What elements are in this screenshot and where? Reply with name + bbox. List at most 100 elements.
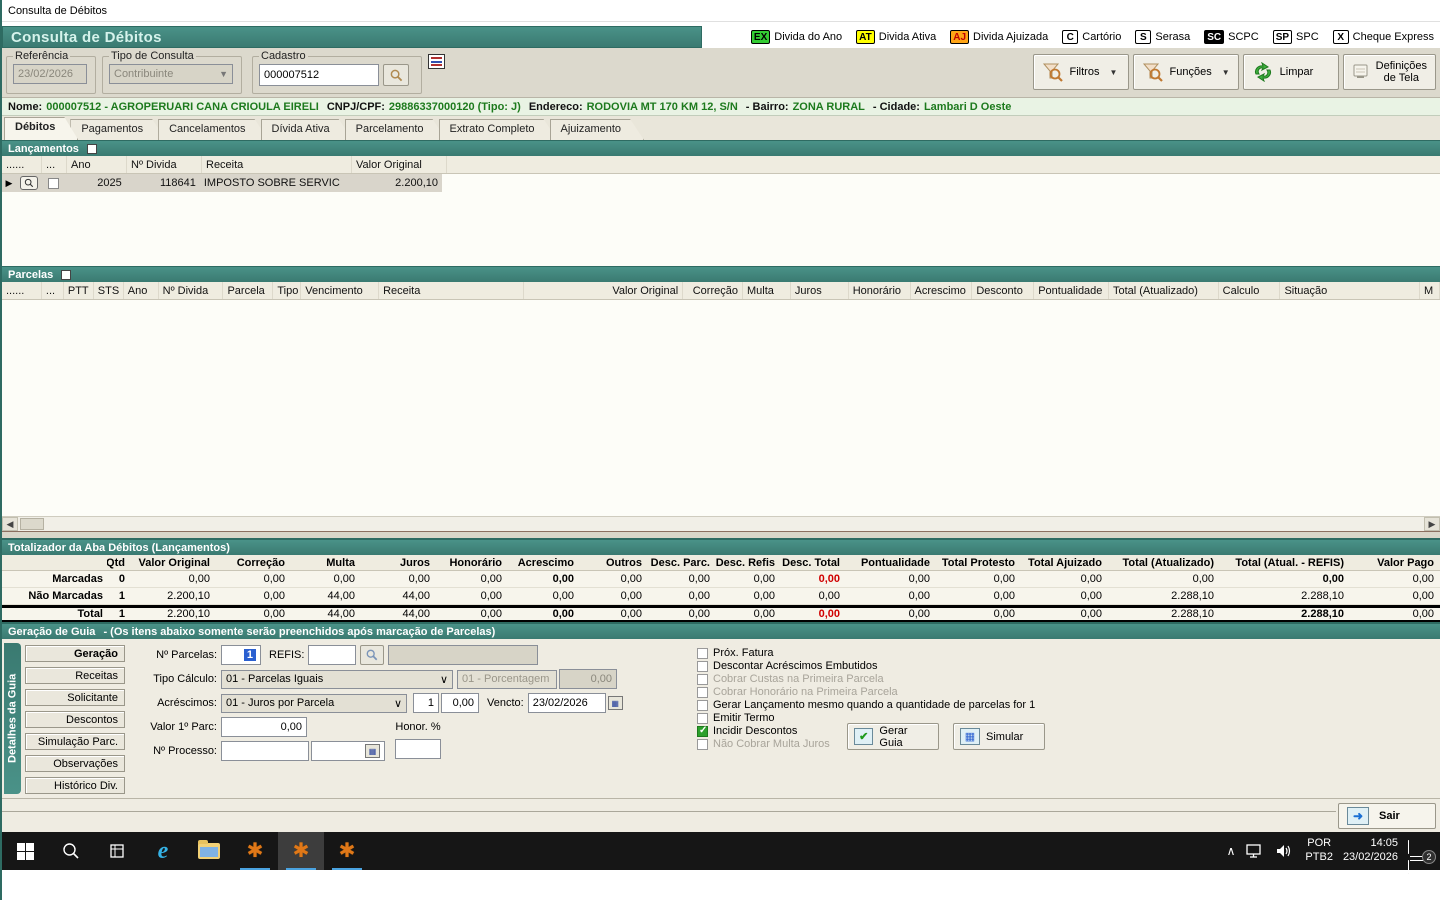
checkbox-icon[interactable]: [697, 661, 708, 672]
guia-option[interactable]: Gerar Lançamento mesmo quando a quantida…: [697, 699, 1257, 712]
guia-nav-button[interactable]: Solicitante: [25, 689, 125, 706]
parcelas-col-header[interactable]: ......: [2, 282, 42, 299]
list-icon[interactable]: [428, 54, 445, 69]
checkbox-icon[interactable]: [697, 713, 708, 724]
network-icon[interactable]: [1245, 843, 1265, 859]
lancamentos-col-header[interactable]: Receita: [202, 156, 352, 173]
referencia-field[interactable]: [13, 64, 87, 84]
scrollbar-thumb[interactable]: [20, 518, 44, 530]
guia-nav-button[interactable]: Observações: [25, 755, 125, 772]
parcelas-col-header[interactable]: Situação: [1280, 282, 1420, 299]
cadastro-field[interactable]: [259, 64, 379, 86]
parcelas-col-header[interactable]: Parcela: [223, 282, 273, 299]
parcelas-col-header[interactable]: PTT: [64, 282, 94, 299]
acrescimos-qty-field[interactable]: 1: [413, 693, 439, 713]
parcelas-col-header[interactable]: Ano: [124, 282, 159, 299]
calculator-icon[interactable]: ▦: [365, 744, 380, 758]
limpar-button[interactable]: Limpar: [1243, 54, 1339, 90]
valor1-field[interactable]: 0,00: [221, 717, 307, 737]
tab[interactable]: Dívida Ativa: [261, 119, 353, 140]
parcelas-col-header[interactable]: Juros: [791, 282, 849, 299]
select-all-checkbox[interactable]: [61, 270, 71, 280]
scroll-right-icon[interactable]: ▶: [1424, 517, 1440, 531]
guia-nav-button[interactable]: Descontos: [25, 711, 125, 728]
speaker-icon[interactable]: [1275, 843, 1295, 859]
parcelas-col-header[interactable]: Tipo: [273, 282, 301, 299]
calendar-icon[interactable]: ▦: [608, 696, 623, 710]
processo-aux-field[interactable]: ▦: [311, 741, 385, 761]
parcelas-col-header[interactable]: Nº Divida: [159, 282, 224, 299]
app-button-1[interactable]: ✱: [232, 832, 278, 870]
taskbar-search-button[interactable]: [48, 832, 94, 870]
checkbox-icon[interactable]: [697, 726, 708, 737]
scroll-left-icon[interactable]: ◀: [2, 517, 18, 531]
tab[interactable]: Extrato Completo: [439, 119, 558, 140]
guia-option[interactable]: Cobrar Honorário na Primeira Parcela: [697, 686, 1257, 699]
parcelas-col-header[interactable]: Calculo: [1219, 282, 1281, 299]
checkbox-icon[interactable]: [697, 700, 708, 711]
lancamentos-col-header[interactable]: Valor Original: [352, 156, 447, 173]
language-indicator[interactable]: POR PTB2: [1305, 837, 1333, 865]
gerar-guia-button[interactable]: ✔ Gerar Guia: [847, 723, 939, 750]
lancamentos-col-header[interactable]: ......: [2, 156, 42, 173]
action-center-button[interactable]: 2: [1408, 841, 1432, 861]
lancamentos-row[interactable]: ▶ 2025 118641 IMPOSTO SOBRE SERVIC 2.200…: [2, 174, 442, 192]
lancamentos-col-header[interactable]: ...: [42, 156, 67, 173]
parcelas-col-header[interactable]: Acrescimo: [911, 282, 973, 299]
parcelas-col-header[interactable]: Receita: [379, 282, 524, 299]
parcelas-col-header[interactable]: Vencimento: [301, 282, 379, 299]
horizontal-scrollbar[interactable]: ◀ ▶: [2, 516, 1440, 532]
checkbox-icon[interactable]: [697, 739, 708, 750]
cadastro-search-button[interactable]: [383, 64, 409, 86]
guia-nav-button[interactable]: Receitas: [25, 667, 125, 684]
honor-field[interactable]: [395, 739, 441, 759]
n-parcelas-field[interactable]: 1: [221, 645, 261, 665]
parcelas-col-header[interactable]: STS: [94, 282, 124, 299]
parcelas-col-header[interactable]: Pontualidade: [1034, 282, 1109, 299]
tipo-consulta-select[interactable]: Contribuinte ▼: [109, 64, 233, 84]
simular-button[interactable]: ▦ Simular: [953, 723, 1045, 750]
parcelas-col-header[interactable]: Correção: [683, 282, 743, 299]
tab[interactable]: Pagamentos: [70, 119, 166, 140]
app-button-3[interactable]: ✱: [324, 832, 370, 870]
checkbox-icon[interactable]: [697, 648, 708, 659]
checkbox-icon[interactable]: [697, 687, 708, 698]
sair-button[interactable]: ➜ Sair: [1338, 803, 1436, 829]
tab[interactable]: Ajuizamento: [550, 119, 645, 140]
app-button-2[interactable]: ✱: [278, 832, 324, 870]
parcelas-col-header[interactable]: Valor Original: [524, 282, 684, 299]
guia-option[interactable]: Próx. Fatura: [697, 647, 1257, 660]
funcoes-button[interactable]: Funções ▼: [1133, 54, 1239, 90]
internet-explorer-button[interactable]: e: [140, 832, 186, 870]
parcelas-col-header[interactable]: ...: [42, 282, 64, 299]
parcelas-col-header[interactable]: Multa: [743, 282, 791, 299]
file-explorer-button[interactable]: [186, 832, 232, 870]
refis-field[interactable]: [308, 645, 356, 665]
definicoes-tela-button[interactable]: Definições de Tela: [1343, 54, 1436, 90]
tab[interactable]: Parcelamento: [345, 119, 447, 140]
guia-option[interactable]: Cobrar Custas na Primeira Parcela: [697, 673, 1257, 686]
tray-expand-chevron-icon[interactable]: ∧: [1227, 844, 1236, 858]
task-view-button[interactable]: [94, 832, 140, 870]
lancamentos-col-header[interactable]: Nº Divida: [127, 156, 202, 173]
tipo-calculo-select[interactable]: 01 - Parcelas Iguais ∨: [221, 670, 453, 689]
guia-nav-button[interactable]: Simulação Parc.: [25, 733, 125, 750]
clock[interactable]: 14:05 23/02/2026: [1343, 837, 1398, 865]
row-detail-button[interactable]: [20, 176, 38, 190]
acrescimos-select[interactable]: 01 - Juros por Parcela ∨: [221, 694, 407, 713]
row-checkbox[interactable]: [48, 178, 59, 189]
processo-field[interactable]: [221, 741, 309, 761]
parcelas-col-header[interactable]: Desconto: [972, 282, 1034, 299]
select-all-checkbox[interactable]: [87, 144, 97, 154]
acrescimos-amount-field[interactable]: 0,00: [441, 693, 479, 713]
tab[interactable]: Débitos: [4, 117, 78, 140]
vencto-field[interactable]: 23/02/2026: [528, 693, 606, 713]
checkbox-icon[interactable]: [697, 674, 708, 685]
parcelas-col-header[interactable]: Honorário: [849, 282, 911, 299]
start-button[interactable]: [2, 832, 48, 870]
detalhes-da-guia-tab[interactable]: Detalhes da Guia: [4, 643, 21, 794]
tab[interactable]: Cancelamentos: [158, 119, 268, 140]
filtros-button[interactable]: Filtros ▼: [1033, 54, 1129, 90]
guia-option[interactable]: Descontar Acréscimos Embutidos: [697, 660, 1257, 673]
parcelas-col-header[interactable]: M: [1420, 282, 1440, 299]
